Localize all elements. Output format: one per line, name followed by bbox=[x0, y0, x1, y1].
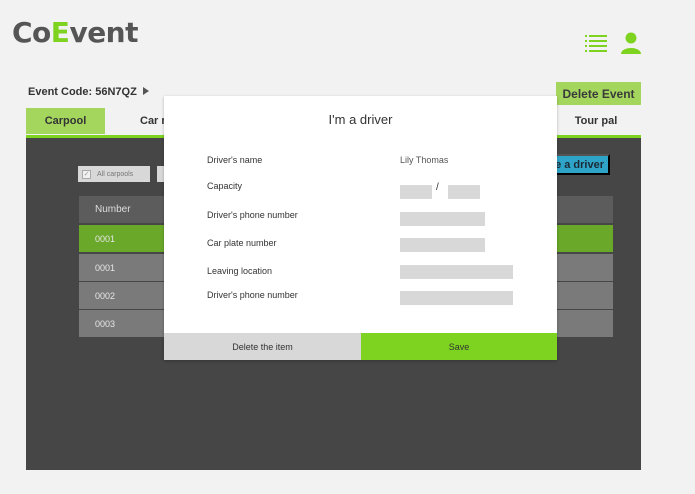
capacity-total-input[interactable] bbox=[448, 185, 480, 199]
phone-number-input[interactable] bbox=[400, 212, 485, 226]
event-code: Event Code: 56N7QZ bbox=[28, 86, 137, 98]
phone-number-label-2: Driver's phone number bbox=[207, 290, 298, 300]
capacity-current-input[interactable] bbox=[400, 185, 432, 199]
modal-title: I'm a driver bbox=[328, 112, 393, 127]
phone-number-label: Driver's phone number bbox=[207, 210, 298, 220]
tab-tour-pal[interactable]: Tour pal bbox=[556, 108, 636, 134]
car-plate-label: Car plate number bbox=[207, 238, 277, 248]
be-a-driver-button[interactable]: me a driver bbox=[550, 154, 610, 175]
filter-all-carpools[interactable]: ✓ All carpools bbox=[78, 166, 150, 182]
capacity-separator: / bbox=[436, 182, 439, 193]
checkbox-icon[interactable]: ✓ bbox=[82, 169, 91, 179]
delete-event-button[interactable]: Delete Event bbox=[556, 82, 641, 105]
leaving-location-label: Leaving location bbox=[207, 266, 273, 276]
capacity-label: Capacity bbox=[207, 181, 243, 191]
save-button[interactable]: Save bbox=[361, 333, 557, 360]
car-plate-input[interactable] bbox=[400, 238, 485, 252]
phone-number-input-2[interactable] bbox=[400, 291, 513, 305]
logo-suffix: vent bbox=[69, 16, 138, 49]
logo-prefix: Co bbox=[12, 16, 51, 49]
logo-accent: E bbox=[50, 16, 70, 49]
driver-modal: I'm a driver Driver's name Lily Thomas C… bbox=[164, 96, 557, 360]
list-menu-icon[interactable] bbox=[585, 34, 607, 52]
user-icon[interactable] bbox=[621, 32, 641, 54]
play-icon[interactable] bbox=[143, 87, 149, 95]
driver-name-label: Driver's name bbox=[207, 155, 263, 165]
leaving-location-input[interactable] bbox=[400, 265, 513, 279]
app-logo[interactable]: CoEvent bbox=[12, 16, 138, 49]
delete-item-button[interactable]: Delete the item bbox=[164, 333, 361, 360]
driver-name-value: Lily Thomas bbox=[400, 155, 449, 165]
filter-label: All carpools bbox=[97, 170, 134, 178]
tab-carpool[interactable]: Carpool bbox=[26, 108, 105, 134]
